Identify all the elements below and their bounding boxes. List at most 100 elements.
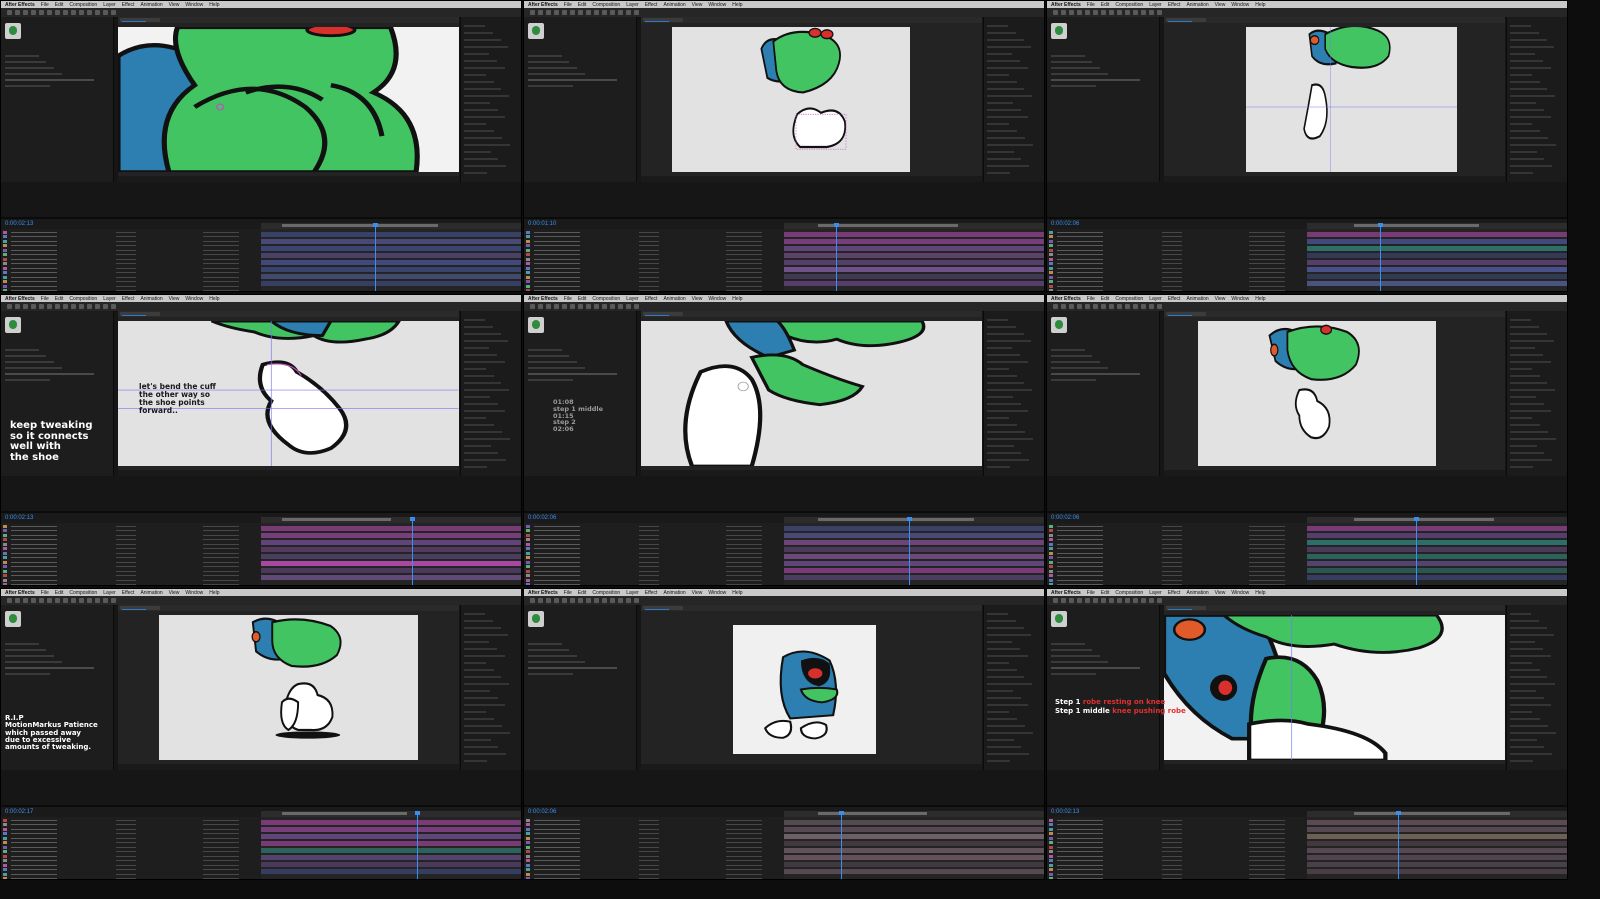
- tool-icon[interactable]: [1077, 304, 1082, 309]
- layer-duration-bar[interactable]: [784, 833, 1044, 839]
- tool-icon[interactable]: [610, 304, 615, 309]
- tool-icon[interactable]: [602, 10, 607, 15]
- tab-composition[interactable]: [643, 18, 683, 22]
- menu-item[interactable]: File: [41, 296, 49, 302]
- layer-duration-bar[interactable]: [1307, 532, 1567, 538]
- layer-row[interactable]: [526, 818, 782, 822]
- project-item[interactable]: [5, 361, 55, 363]
- tool-icon[interactable]: [1069, 598, 1074, 603]
- tool-icon[interactable]: [1157, 598, 1162, 603]
- panel-line[interactable]: [987, 102, 1013, 104]
- panel-line[interactable]: [464, 445, 491, 447]
- timeline-tracks[interactable]: [784, 222, 1044, 291]
- panel-line[interactable]: [987, 81, 1017, 83]
- tool-icon[interactable]: [1077, 598, 1082, 603]
- project-item[interactable]: [528, 649, 570, 651]
- layer-row[interactable]: [3, 248, 259, 252]
- panel-line[interactable]: [464, 424, 495, 426]
- tool-icon[interactable]: [23, 598, 28, 603]
- panel-line[interactable]: [1510, 760, 1533, 762]
- app-menu[interactable]: After Effects: [528, 296, 558, 302]
- panel-line[interactable]: [464, 676, 502, 678]
- layer-duration-bar[interactable]: [784, 560, 1044, 566]
- layer-row[interactable]: [526, 565, 782, 568]
- layer-row[interactable]: [526, 836, 782, 840]
- composition-canvas[interactable]: [1198, 320, 1437, 467]
- panel-line[interactable]: [1510, 81, 1540, 83]
- panel-line[interactable]: [464, 648, 498, 650]
- tool-icon[interactable]: [1069, 10, 1074, 15]
- layer-duration-bar[interactable]: [784, 259, 1044, 265]
- menu-item[interactable]: Layer: [103, 2, 116, 8]
- tool-icon[interactable]: [87, 598, 92, 603]
- panel-line[interactable]: [464, 102, 490, 104]
- tool-icon[interactable]: [586, 10, 591, 15]
- panel-line[interactable]: [464, 389, 510, 391]
- panel-line[interactable]: [1510, 102, 1536, 104]
- layer-duration-bar[interactable]: [1307, 280, 1567, 286]
- menu-item[interactable]: Help: [209, 2, 219, 8]
- panel-line[interactable]: [1510, 655, 1551, 657]
- menu-item[interactable]: Composition: [69, 590, 97, 596]
- layer-row[interactable]: [3, 230, 259, 234]
- layer-duration-bar[interactable]: [1307, 259, 1567, 265]
- tool-icon[interactable]: [63, 10, 68, 15]
- panel-line[interactable]: [464, 130, 495, 132]
- panel-line[interactable]: [1510, 396, 1536, 398]
- panel-line[interactable]: [987, 354, 1021, 356]
- layer-duration-bar[interactable]: [261, 840, 521, 846]
- panel-line[interactable]: [987, 669, 1017, 671]
- menu-item[interactable]: Layer: [1149, 296, 1162, 302]
- layer-row[interactable]: [526, 271, 782, 274]
- playhead[interactable]: [1377, 222, 1383, 291]
- layer-duration-bar[interactable]: [1307, 868, 1567, 874]
- current-time[interactable]: 0:00:02:06: [528, 809, 556, 815]
- layer-row[interactable]: [3, 818, 259, 822]
- panel-line[interactable]: [987, 627, 1024, 629]
- tool-icon[interactable]: [538, 304, 543, 309]
- layer-duration-bar[interactable]: [261, 252, 521, 258]
- menu-item[interactable]: File: [1087, 2, 1095, 8]
- panel-line[interactable]: [1510, 641, 1536, 643]
- panel-line[interactable]: [987, 158, 1022, 160]
- layer-row[interactable]: [3, 235, 259, 238]
- current-time[interactable]: 0:00:02:13: [1051, 809, 1079, 815]
- viewer-controls[interactable]: [118, 764, 459, 771]
- layer-row[interactable]: [1049, 239, 1305, 243]
- panel-line[interactable]: [464, 459, 507, 461]
- project-item[interactable]: [5, 655, 55, 657]
- menu-item[interactable]: Composition: [69, 2, 97, 8]
- menu-item[interactable]: Window: [708, 590, 726, 596]
- work-area-bar[interactable]: [281, 517, 391, 521]
- menu-item[interactable]: Effect: [1168, 296, 1181, 302]
- tool-icon[interactable]: [1109, 304, 1114, 309]
- layer-duration-bar[interactable]: [261, 861, 521, 867]
- layer-duration-bar[interactable]: [784, 266, 1044, 272]
- tool-icon[interactable]: [23, 304, 28, 309]
- project-item[interactable]: [528, 85, 573, 87]
- layer-row[interactable]: [526, 230, 782, 234]
- panel-line[interactable]: [1510, 88, 1548, 90]
- tool-icon[interactable]: [79, 10, 84, 15]
- menu-item[interactable]: Composition: [1115, 590, 1143, 596]
- panel-line[interactable]: [987, 172, 1010, 174]
- panel-line[interactable]: [1510, 39, 1547, 41]
- panel-line[interactable]: [1510, 74, 1532, 76]
- layer-row[interactable]: [3, 284, 259, 288]
- panel-line[interactable]: [987, 53, 1013, 55]
- tool-icon[interactable]: [578, 304, 583, 309]
- panel-line[interactable]: [1510, 690, 1536, 692]
- panel-line[interactable]: [464, 641, 490, 643]
- panel-line[interactable]: [987, 683, 1033, 685]
- tool-icon[interactable]: [634, 598, 639, 603]
- tool-icon[interactable]: [1061, 10, 1066, 15]
- composition-canvas[interactable]: [732, 624, 876, 754]
- layer-duration-bar[interactable]: [1307, 245, 1567, 251]
- panel-line[interactable]: [464, 627, 501, 629]
- panel-line[interactable]: [987, 319, 1009, 321]
- tool-icon[interactable]: [15, 598, 20, 603]
- tool-icon[interactable]: [594, 10, 599, 15]
- panel-line[interactable]: [987, 46, 1032, 48]
- tool-icon[interactable]: [1109, 598, 1114, 603]
- tab-composition[interactable]: [120, 606, 160, 610]
